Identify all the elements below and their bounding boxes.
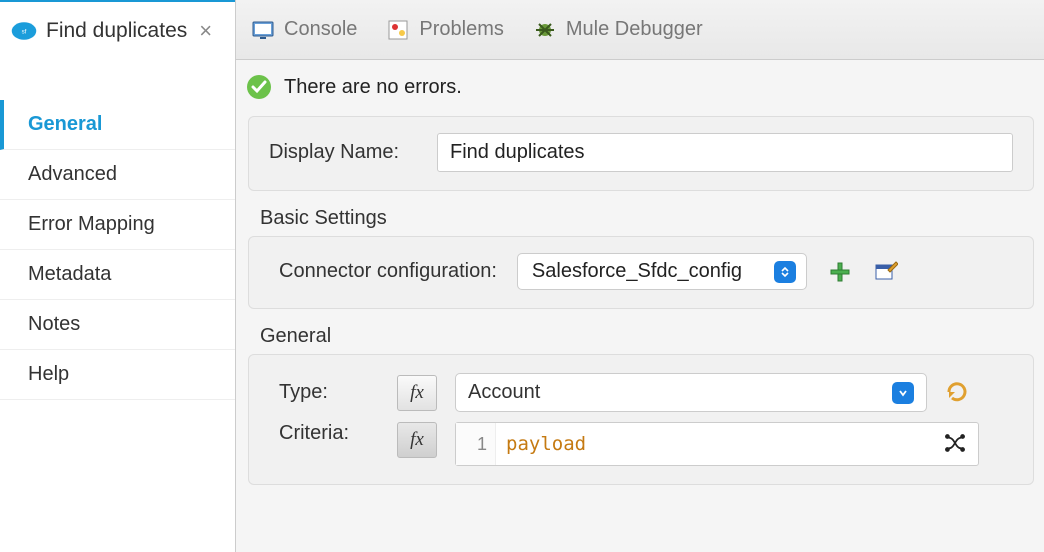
sidebar-item-general[interactable]: General	[0, 100, 235, 150]
sidebar-item-label: Metadata	[28, 263, 111, 285]
tab-mule-debugger[interactable]: Mule Debugger	[532, 17, 703, 43]
sidebar-item-notes[interactable]: Notes	[0, 300, 235, 350]
connector-config-value: Salesforce_Sfdc_config	[532, 260, 742, 283]
line-number: 1	[456, 423, 496, 465]
connector-config-label: Connector configuration:	[279, 260, 497, 283]
sidebar-item-label: Error Mapping	[28, 213, 155, 235]
status-text: There are no errors.	[284, 76, 462, 99]
type-value: Account	[468, 381, 540, 404]
tab-label: Problems	[419, 18, 503, 41]
tab-label: Mule Debugger	[566, 18, 703, 41]
criteria-label: Criteria:	[279, 422, 379, 445]
ok-check-icon	[246, 74, 272, 100]
display-name-panel: Display Name:	[248, 116, 1034, 191]
refresh-metadata-button[interactable]	[945, 380, 971, 406]
status-bar: There are no errors.	[236, 60, 1044, 110]
bottom-views-tabs: Console Problems Mule Debugger	[236, 0, 1044, 60]
tab-title: Find duplicates	[46, 19, 187, 43]
sidebar-item-advanced[interactable]: Advanced	[0, 150, 235, 200]
fx-button-type[interactable]: fx	[397, 375, 437, 411]
bug-icon	[532, 17, 558, 43]
basic-settings-heading: Basic Settings	[260, 207, 1044, 230]
connector-config-select[interactable]: Salesforce_Sfdc_config	[517, 253, 807, 290]
sidebar-item-label: Notes	[28, 313, 80, 335]
tab-console[interactable]: Console	[250, 17, 357, 43]
editor-tab[interactable]: sf Find duplicates ×	[0, 0, 235, 60]
display-name-input[interactable]	[437, 133, 1013, 172]
svg-text:sf: sf	[22, 29, 27, 36]
sidebar-item-error-mapping[interactable]: Error Mapping	[0, 200, 235, 250]
close-icon[interactable]: ×	[199, 18, 212, 44]
add-config-button[interactable]	[827, 259, 853, 285]
salesforce-cloud-icon: sf	[10, 17, 38, 45]
sidebar-item-help[interactable]: Help	[0, 350, 235, 400]
chevron-updown-icon	[774, 261, 796, 283]
tab-label: Console	[284, 18, 357, 41]
type-label: Type:	[279, 381, 379, 404]
sidebar-item-metadata[interactable]: Metadata	[0, 250, 235, 300]
tab-problems[interactable]: Problems	[385, 17, 503, 43]
general-panel: Type: fx Account Criteria: fx 1 payload	[248, 354, 1034, 485]
criteria-code: payload	[496, 433, 586, 455]
map-graph-button[interactable]	[942, 430, 970, 458]
display-name-label: Display Name:	[269, 141, 419, 164]
basic-settings-panel: Connector configuration: Salesforce_Sfdc…	[248, 236, 1034, 309]
problems-icon	[385, 17, 411, 43]
general-heading: General	[260, 325, 1044, 348]
criteria-code-editor[interactable]: 1 payload	[455, 422, 979, 466]
console-icon	[250, 17, 276, 43]
chevron-down-icon	[892, 382, 914, 404]
sidebar-item-label: Help	[28, 363, 69, 385]
edit-config-button[interactable]	[873, 259, 899, 285]
sidebar-item-label: Advanced	[28, 163, 117, 185]
sidebar-nav: General Advanced Error Mapping Metadata …	[0, 100, 235, 400]
type-select[interactable]: Account	[455, 373, 927, 412]
sidebar-item-label: General	[28, 113, 102, 135]
fx-button-criteria[interactable]: fx	[397, 422, 437, 458]
